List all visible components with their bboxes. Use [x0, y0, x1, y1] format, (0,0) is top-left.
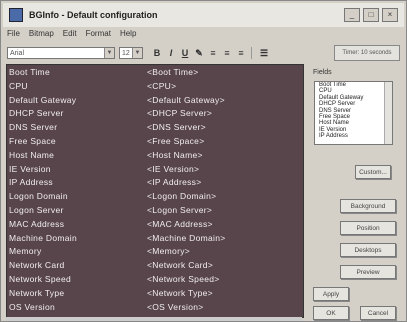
field-label: DHCP Server — [9, 108, 64, 119]
field-label: Network Type — [9, 287, 65, 298]
toolbar-separator — [251, 47, 252, 59]
bginfo-window: BGInfo - Default configuration _ □ × Fil… — [0, 0, 407, 322]
field-placeholder: <DHCP Server> — [147, 108, 213, 119]
field-placeholder: <Network Card> — [147, 260, 214, 271]
field-label: Logon Domain — [9, 191, 68, 202]
minimize-button[interactable]: _ — [344, 8, 360, 22]
field-label: Host Name — [9, 149, 55, 160]
editor-row[interactable]: IP Address <IP Address> — [7, 177, 303, 189]
preview-button[interactable]: Preview — [340, 265, 396, 279]
menu-bar: File Bitmap Edit Format Help — [7, 29, 136, 41]
custom-button[interactable]: Custom... — [355, 165, 391, 179]
menu-format[interactable]: Format — [86, 29, 111, 41]
field-placeholder: <IE Version> — [147, 163, 200, 174]
field-placeholder: <IP Address> — [147, 177, 202, 188]
field-label: Default Gateway — [9, 94, 77, 105]
chevron-down-icon[interactable]: ▼ — [104, 48, 114, 58]
editor-row[interactable]: Network Card <Network Card> — [7, 260, 303, 272]
field-placeholder: <OS Version> — [147, 301, 204, 312]
field-label: OS Version — [9, 301, 55, 312]
font-select-value: Arial — [10, 49, 25, 57]
size-select[interactable]: 12 ▼ — [119, 47, 143, 59]
window-title: BGInfo - Default configuration — [29, 10, 158, 20]
editor-row[interactable]: DNS Server <DNS Server> — [7, 122, 303, 134]
italic-button[interactable]: I — [165, 47, 177, 59]
field-label: Boot Time — [9, 67, 50, 77]
fields-list[interactable]: Boot Time CPU Default Gateway DHCP Server DN… — [314, 81, 393, 145]
maximize-button[interactable]: □ — [363, 8, 379, 22]
chevron-down-icon[interactable]: ▼ — [132, 48, 142, 58]
field-placeholder: <Network Speed> — [147, 274, 220, 284]
bold-button[interactable]: B — [151, 47, 163, 59]
editor-row[interactable]: DHCP Server <DHCP Server> — [7, 108, 303, 120]
cancel-button[interactable]: Cancel — [360, 306, 396, 320]
field-label: Logon Server — [9, 205, 64, 215]
app-icon — [9, 8, 23, 22]
field-label: CPU — [9, 80, 28, 91]
field-placeholder: <Free Space> — [147, 136, 205, 146]
color-button[interactable]: ✎ — [193, 47, 205, 59]
align-left-button[interactable]: ≡ — [207, 47, 219, 59]
ok-button[interactable]: OK — [313, 306, 349, 320]
font-select[interactable]: Arial ▼ — [7, 47, 115, 59]
editor-row[interactable]: Free Space <Free Space> — [7, 136, 303, 148]
underline-button[interactable]: U — [179, 47, 191, 59]
editor-row[interactable]: Machine Domain <Machine Domain> — [7, 233, 303, 245]
editor-row[interactable]: Boot Time <Boot Time> — [7, 67, 303, 79]
field-placeholder: <DNS Server> — [147, 122, 206, 133]
size-select-value: 12 — [122, 49, 130, 57]
background-button[interactable]: Background — [340, 199, 396, 213]
position-button[interactable]: Position — [340, 221, 396, 235]
editor-row[interactable]: CPU <CPU> — [7, 81, 303, 93]
editor-row[interactable]: Logon Server <Logon Server> — [7, 205, 303, 217]
field-placeholder: <Boot Time> — [147, 67, 199, 77]
field-placeholder: <Network Type> — [147, 287, 213, 298]
fields-label: Fields — [313, 69, 332, 76]
editor-row[interactable]: Host Name <Host Name> — [7, 150, 303, 162]
field-label: Machine Domain — [9, 232, 77, 243]
editor-row[interactable]: Network Type <Network Type> — [7, 288, 303, 300]
field-placeholder: <Host Name> — [147, 149, 203, 160]
align-right-button[interactable]: ≡ — [235, 47, 247, 59]
menu-bitmap[interactable]: Bitmap — [29, 29, 54, 41]
bullets-button[interactable]: ☰ — [258, 47, 270, 59]
field-label: Free Space — [9, 136, 56, 146]
editor-row[interactable]: Default Gateway <Default Gateway> — [7, 95, 303, 107]
configuration-editor[interactable]: Boot Time <Boot Time> CPU <CPU> Default Gate… — [6, 64, 304, 318]
field-label: DNS Server — [9, 122, 58, 133]
editor-row[interactable]: IE Version <IE Version> — [7, 164, 303, 176]
field-placeholder: <Logon Domain> — [147, 191, 217, 202]
field-label: Memory — [9, 246, 42, 257]
window-controls: _ □ × — [344, 8, 398, 22]
editor-row[interactable]: Logon Domain <Logon Domain> — [7, 191, 303, 203]
apply-button[interactable]: Apply — [313, 287, 349, 301]
fields-list-item[interactable]: IP Address — [315, 133, 392, 139]
menu-help[interactable]: Help — [120, 29, 136, 41]
field-label: IE Version — [9, 163, 51, 174]
field-placeholder: <CPU> — [147, 80, 177, 91]
title-bar[interactable]: BGInfo - Default configuration _ □ × — [3, 3, 404, 27]
editor-row[interactable]: MAC Address <MAC Address> — [7, 219, 303, 231]
field-label: Network Speed — [9, 274, 72, 284]
editor-row[interactable]: OS Version <OS Version> — [7, 302, 303, 314]
field-placeholder: <Default Gateway> — [147, 94, 225, 105]
timer-button[interactable]: Timer: 10 seconds — [334, 45, 400, 61]
field-placeholder: <Memory> — [147, 246, 191, 257]
status-bar — [6, 317, 302, 321]
menu-file[interactable]: File — [7, 29, 20, 41]
close-button[interactable]: × — [382, 8, 398, 22]
format-toolbar: Arial ▼ 12 ▼ B I U ✎ ≡ ≡ ≡ ☰ Timer: 10 s… — [7, 44, 402, 62]
field-label: Network Card — [9, 260, 65, 271]
align-center-button[interactable]: ≡ — [221, 47, 233, 59]
menu-edit[interactable]: Edit — [63, 29, 77, 41]
fields-scrollbar[interactable] — [384, 82, 392, 144]
field-label: MAC Address — [9, 218, 65, 229]
desktops-button[interactable]: Desktops — [340, 243, 396, 257]
field-placeholder: <MAC Address> — [147, 218, 213, 229]
field-placeholder: <Machine Domain> — [147, 232, 226, 243]
editor-row[interactable]: Memory <Memory> — [7, 246, 303, 258]
editor-row[interactable]: Network Speed <Network Speed> — [7, 274, 303, 286]
field-placeholder: <Logon Server> — [147, 205, 213, 215]
field-label: IP Address — [9, 177, 53, 188]
